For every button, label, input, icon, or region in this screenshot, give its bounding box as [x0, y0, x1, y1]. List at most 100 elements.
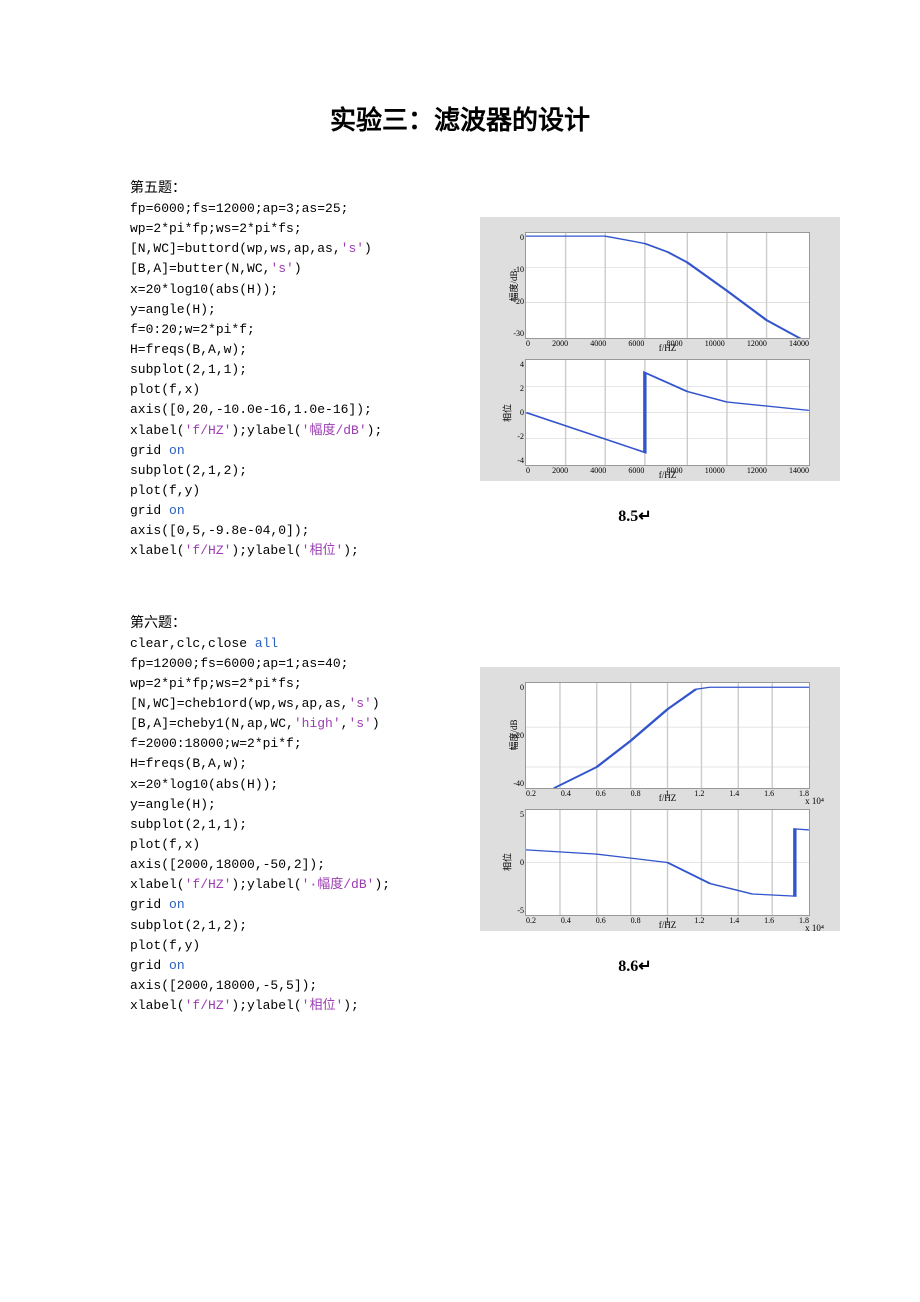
code-line: wp=2*pi*fp;ws=2*pi*fs;: [130, 676, 302, 691]
tick: 0: [506, 408, 524, 417]
code-line: grid: [130, 443, 169, 458]
code-line: x=20*log10(abs(H));: [130, 777, 278, 792]
tick: 2000: [552, 339, 568, 348]
tick: -10: [506, 265, 524, 274]
figure-caption: 8.6↵: [460, 956, 810, 976]
code-str: '幅度/dB': [302, 423, 367, 438]
code-kw: all: [255, 636, 278, 651]
plot-5-magnitude: 幅度/dB f/HZ 0 -10 -20 -30 0 2000 4000 600…: [525, 232, 810, 339]
tick: 0: [506, 858, 524, 867]
problem-6-section: 第六题： clear,clc,close all fp=12000;fs=600…: [130, 612, 790, 1017]
yticks: 5 0 -5: [506, 810, 524, 915]
code-line: );: [367, 423, 383, 438]
code-str: 's': [341, 241, 364, 256]
code-line: ): [372, 716, 380, 731]
problem-6-label: 第六题：: [130, 612, 790, 632]
problem-5-figure-col: 幅度/dB f/HZ 0 -10 -20 -30 0 2000 4000 600…: [460, 217, 810, 526]
problem-5-figure: 幅度/dB f/HZ 0 -10 -20 -30 0 2000 4000 600…: [480, 217, 840, 481]
code-line: [B,A]=butter(N,WC,: [130, 261, 270, 276]
xticks: 0 2000 4000 6000 8000 10000 12000 14000: [526, 466, 809, 475]
code-line: fp=12000;fs=6000;ap=1;as=40;: [130, 656, 348, 671]
code-str: 'f/HZ': [185, 543, 232, 558]
code-line: axis([2000,18000,-50,2]);: [130, 857, 325, 872]
tick: 1.8: [799, 789, 809, 798]
tick: 1.2: [694, 916, 704, 925]
tick: 0.8: [631, 789, 641, 798]
tick: -4: [506, 456, 524, 465]
tick: 0: [506, 233, 524, 242]
code-str: 'f/HZ': [185, 998, 232, 1013]
code-line: );ylabel(: [231, 543, 301, 558]
tick: 0.2: [526, 916, 536, 925]
code-line: axis([0,20,-10.0e-16,1.0e-16]);: [130, 402, 372, 417]
code-kw: on: [169, 503, 185, 518]
problem-5-section: 第五题： fp=6000;fs=12000;ap=3;as=25; wp=2*p…: [130, 177, 790, 562]
code-line: xlabel(: [130, 423, 185, 438]
code-line: y=angle(H);: [130, 302, 216, 317]
code-line: plot(f,y): [130, 938, 200, 953]
tick: 1.2: [694, 789, 704, 798]
tick: -40: [506, 779, 524, 788]
code-str: 's': [270, 261, 293, 276]
tick: 5: [506, 810, 524, 819]
code-line: grid: [130, 503, 169, 518]
tick: -20: [506, 731, 524, 740]
tick: 1.6: [764, 916, 774, 925]
tick: 12000: [747, 466, 767, 475]
tick: 0: [526, 466, 530, 475]
plot-line-icon: [526, 810, 809, 915]
code-line: ): [294, 261, 302, 276]
code-line: clear,clc,close: [130, 636, 255, 651]
figure-caption: 8.5↵: [460, 506, 810, 526]
code-kw: on: [169, 443, 185, 458]
plot-6-phase: 相位 f/HZ x 10⁴ 5 0 -5 0.2 0.4 0.6 0.8 1: [525, 809, 810, 916]
xticks: 0.2 0.4 0.6 0.8 1 1.2 1.4 1.6 1.8: [526, 916, 809, 925]
tick: 12000: [747, 339, 767, 348]
code-line: subplot(2,1,1);: [130, 817, 247, 832]
code-str: '相位': [302, 998, 344, 1013]
code-str: 'f/HZ': [185, 877, 232, 892]
code-line: xlabel(: [130, 998, 185, 1013]
code-line: y=angle(H);: [130, 797, 216, 812]
document-page: 实验三：滤波器的设计 第五题： fp=6000;fs=12000;ap=3;as…: [0, 0, 920, 1126]
tick: 1.8: [799, 916, 809, 925]
code-str: 'f/HZ': [185, 423, 232, 438]
tick: 6000: [628, 339, 644, 348]
code-line: x=20*log10(abs(H));: [130, 282, 278, 297]
tick: 0.4: [561, 916, 571, 925]
code-line: wp=2*pi*fp;ws=2*pi*fs;: [130, 221, 302, 236]
plot-5-phase: 相位 f/HZ 4 2 0 -2 -4 0 2000 4000 6000: [525, 359, 810, 466]
code-line: plot(f,y): [130, 483, 200, 498]
code-line: plot(f,x): [130, 382, 200, 397]
caption-text: 8.6: [618, 958, 638, 975]
yticks: 0 -20 -40: [506, 683, 524, 788]
tick: 1.6: [764, 789, 774, 798]
code-line: );: [343, 543, 359, 558]
tick: 0.2: [526, 789, 536, 798]
tick: 0: [526, 339, 530, 348]
tick: 1: [666, 789, 670, 798]
plot-line-icon: [526, 360, 809, 465]
tick: 1.4: [729, 789, 739, 798]
tick: 1: [666, 916, 670, 925]
code-str: 'high': [294, 716, 341, 731]
code-kw: on: [169, 958, 185, 973]
code-line: f=0:20;w=2*pi*f;: [130, 322, 255, 337]
tick: 14000: [789, 466, 809, 475]
caption-text: 8.5: [618, 508, 638, 525]
code-line: H=freqs(B,A,w);: [130, 756, 247, 771]
xticks: 0.2 0.4 0.6 0.8 1 1.2 1.4 1.6 1.8: [526, 789, 809, 798]
code-str: '相位': [302, 543, 344, 558]
tick: 6000: [628, 466, 644, 475]
tick: 8000: [667, 339, 683, 348]
tick: -30: [506, 329, 524, 338]
tick: -5: [506, 906, 524, 915]
code-line: xlabel(: [130, 543, 185, 558]
tick: 10000: [705, 339, 725, 348]
code-line: subplot(2,1,2);: [130, 918, 247, 933]
tick: -2: [506, 432, 524, 441]
tick: 10000: [705, 466, 725, 475]
problem-6-figure-col: 幅度/dB f/HZ x 10⁴ 0 -20 -40 0.2 0.4 0.6 0…: [460, 667, 810, 976]
xticks: 0 2000 4000 6000 8000 10000 12000 14000: [526, 339, 809, 348]
code-line: axis([0,5,-9.8e-04,0]);: [130, 523, 309, 538]
